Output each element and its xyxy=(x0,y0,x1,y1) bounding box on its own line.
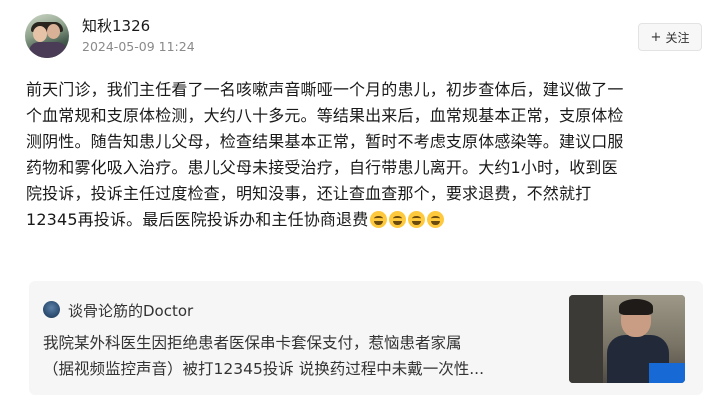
post-line: 前天门诊，我们主任看了一名咳嗽声音嘶哑一个月的患儿，初步查体后，建议做了一 xyxy=(26,80,624,99)
avatar[interactable] xyxy=(25,14,69,58)
plus-icon: + xyxy=(650,29,662,45)
laugh-cry-emoji-icon xyxy=(408,211,426,228)
post-line-last: 12345再投诉。最后医院投诉办和主任协商退费 xyxy=(26,207,688,233)
video-thumbnail[interactable] xyxy=(569,295,685,383)
username[interactable]: 知秋1326 xyxy=(82,15,150,36)
follow-button[interactable]: + 关注 xyxy=(638,23,702,51)
laugh-cry-emoji-icon xyxy=(389,211,407,228)
source-name[interactable]: 谈骨论筋的Doctor xyxy=(68,300,193,321)
repost-card[interactable]: 谈骨论筋的Doctor 我院某外科医生因拒绝患者医保串卡套保支付，惹恼患者家属 … xyxy=(29,281,703,395)
post-line: 个血常规和支原体检测，大约八十多元。等结果出来后，血常规基本正常，支原体检 xyxy=(26,106,624,125)
laugh-cry-emoji-icon xyxy=(370,211,388,228)
laugh-cry-emoji-icon xyxy=(427,211,445,228)
repost-text: 我院某外科医生因拒绝患者医保串卡套保支付，惹恼患者家属 （据视频监控声音）被打1… xyxy=(43,330,563,382)
post-line: 药物和雾化吸入治疗。患儿父母未接受治疗，自行带患儿离开。大约1小时，收到医 xyxy=(26,158,618,177)
post-line: 院投诉，投诉主任过度检查，明知没事，还让查血查那个，要求退费，不然就打 xyxy=(26,184,592,203)
post-line: 测阴性。随告知患儿父母，检查结果基本正常，暂时不考虑支原体感染等。建议口服 xyxy=(26,132,624,151)
post-header: 知秋1326 2024-05-09 11:24 + 关注 xyxy=(25,14,705,60)
post-body: 前天门诊，我们主任看了一名咳嗽声音嘶哑一个月的患儿，初步查体后，建议做了一 个血… xyxy=(26,77,688,233)
post-line: 12345再投诉。最后医院投诉办和主任协商退费 xyxy=(26,210,369,229)
source-avatar-icon xyxy=(43,301,60,318)
repost-line: 我院某外科医生因拒绝患者医保串卡套保支付，惹恼患者家属 xyxy=(43,334,462,352)
follow-label: 关注 xyxy=(665,30,690,45)
repost-line: （据视频监控声音）被打12345投诉 说换药过程中未戴一次性... xyxy=(43,360,485,378)
post-timestamp: 2024-05-09 11:24 xyxy=(82,39,195,54)
